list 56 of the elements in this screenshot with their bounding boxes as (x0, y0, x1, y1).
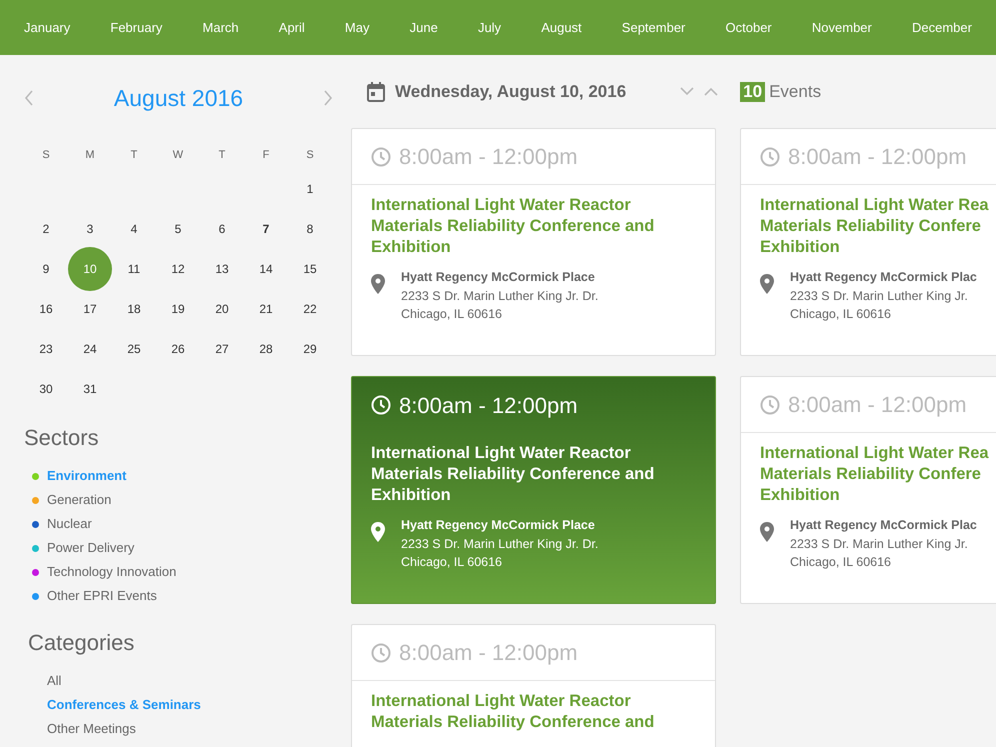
venue-name: Hyatt Regency McCormick Place (401, 517, 596, 534)
weekday-label: S (41, 148, 51, 163)
month-title: August 2016 (114, 84, 244, 113)
event-count: 10 (740, 82, 766, 102)
event-card[interactable]: 8:00am - 12:00pm International Light Water Rea Materials Reliability Confere Exhibition Hyatt Regency McCormick Plac 2233 S Dr. Marin Luther King Jr. Chicago, IL 60616 (740, 128, 996, 356)
event-title: International Light Water Reactor Materials Reliability Conference and (371, 691, 656, 733)
category-link[interactable]: Other Meetings (24, 717, 333, 741)
clock-icon (760, 146, 780, 166)
event-title: International Light Water Reactor Materials Reliability Conference and Exhibition (371, 195, 656, 258)
sector-link[interactable]: Other EPRI Events (24, 584, 333, 608)
sector-link[interactable]: Generation (24, 488, 333, 512)
event-title: International Light Water Reactor Materials Reliability Conference and Exhibition (371, 443, 656, 506)
event-time: 8:00am - 12:00pm (399, 143, 578, 171)
sector-link[interactable]: Power Delivery (24, 536, 333, 560)
venue-address: 2233 S Dr. Marin Luther King Jr. Dr. Chicago, IL 60616 (401, 288, 598, 323)
next-icon[interactable] (322, 90, 333, 106)
calendar-icon (367, 82, 385, 102)
weekday-label: W (172, 148, 184, 163)
categories-heading: Categories (27, 629, 136, 657)
location-pin-icon (760, 274, 774, 294)
event-time: 8:00am - 12:00pm (788, 391, 967, 419)
event-title: International Light Water Rea Materials Reliability Confere Exhibition (760, 195, 990, 258)
sectors-heading: Sectors (24, 424, 100, 452)
location-pin-icon (760, 522, 774, 542)
event-card[interactable]: 8:00am - 12:00pm International Light Water Reactor Materials Reliability Conference and Exhibition Hyatt Regency McCormick Place 2233 S Dr. Marin Luther King Jr. Dr. Chicago, IL 60616 (351, 128, 716, 356)
location-pin-icon (371, 522, 385, 542)
event-time: 8:00am - 12:00pm (399, 639, 578, 667)
clock-icon (371, 395, 391, 415)
weekday-label: S (305, 148, 315, 163)
date-heading: Wednesday, August 10, 2016 (395, 80, 626, 103)
selected-event-card[interactable]: 8:00am - 12:00pm International Light Water Reactor Materials Reliability Conference and Exhibition Hyatt Regency McCormick Place 2233 S Dr. Marin Luther King Jr. Dr. Chicago, IL 60616 (351, 376, 716, 604)
event-card[interactable]: 8:00am - 12:00pm International Light Water Rea Materials Reliability Confere Exhibition Hyatt Regency McCormick Plac 2233 S Dr. Marin Luther King Jr. Chicago, IL 60616 (740, 376, 996, 604)
weekday-label: T (130, 148, 138, 163)
clock-icon (760, 394, 780, 414)
previous-icon[interactable] (24, 90, 34, 106)
event-time: 8:00am - 12:00pm (399, 392, 578, 420)
events-label: Events (769, 80, 822, 103)
venue-name: Hyatt Regency McCormick Plac (790, 269, 977, 286)
chevron-down-icon[interactable] (680, 87, 694, 96)
venue-address: 2233 S Dr. Marin Luther King Jr. Chicago, IL 60616 (790, 288, 969, 323)
weekday-label: M (84, 148, 96, 163)
weekday-label: F (262, 148, 270, 163)
weekday-label: T (218, 148, 226, 163)
venue-address: 2233 S Dr. Marin Luther King Jr. Dr. Chicago, IL 60616 (401, 536, 598, 571)
venue-name: Hyatt Regency McCormick Plac (790, 517, 977, 534)
event-title: International Light Water Rea Materials Reliability Confere Exhibition (760, 443, 990, 506)
event-time: 8:00am - 12:00pm (788, 143, 967, 171)
venue-address: 2233 S Dr. Marin Luther King Jr. Chicago, IL 60616 (790, 536, 969, 571)
sector-link[interactable]: Nuclear (24, 512, 333, 536)
clock-icon (371, 642, 391, 662)
sector-link[interactable]: Technology Innovation (24, 560, 333, 584)
clock-icon (371, 146, 391, 166)
category-link[interactable]: All (24, 669, 333, 693)
venue-name: Hyatt Regency McCormick Place (401, 269, 596, 286)
chevron-up-icon[interactable] (704, 87, 718, 96)
location-pin-icon (371, 274, 385, 294)
